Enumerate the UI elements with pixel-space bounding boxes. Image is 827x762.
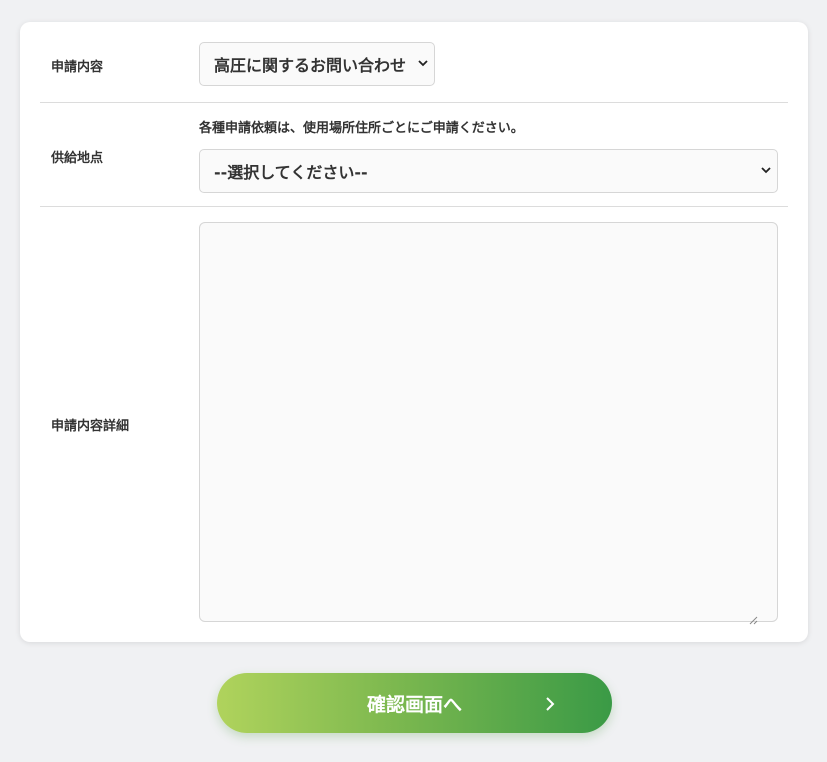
supply-point-select-value: --選択してください-- [214, 163, 368, 182]
chevron-down-icon [761, 165, 771, 175]
request-type-select-value: 高圧に関するお問い合わせ [214, 56, 407, 75]
application-form-card: 申請内容 高圧に関するお問い合わせ 供給地点 各種申請依頼は、使用場所住所ごとに… [20, 22, 808, 642]
supply-point-row: 供給地点 各種申請依頼は、使用場所住所ごとにご申請ください。 --選択してくださ… [40, 103, 788, 207]
resize-handle-icon[interactable] [748, 610, 758, 625]
confirm-screen-button-label: 確認画面へ [366, 693, 462, 716]
request-type-row: 申請内容 高圧に関するお問い合わせ [40, 22, 788, 103]
details-row: 申請内容詳細 [40, 207, 788, 642]
details-textarea[interactable] [199, 222, 778, 622]
supply-point-select[interactable]: --選択してください-- [199, 149, 778, 193]
request-type-select[interactable]: 高圧に関するお問い合わせ [199, 42, 435, 86]
supply-point-note: 各種申請依頼は、使用場所住所ごとにご申請ください。 [199, 121, 524, 136]
chevron-down-icon [418, 58, 428, 68]
supply-point-label: 供給地点 [51, 151, 104, 166]
request-type-label: 申請内容 [51, 60, 104, 75]
confirm-screen-button[interactable]: 確認画面へ [217, 673, 612, 733]
chevron-right-icon [544, 695, 556, 711]
details-label: 申請内容詳細 [51, 419, 130, 434]
